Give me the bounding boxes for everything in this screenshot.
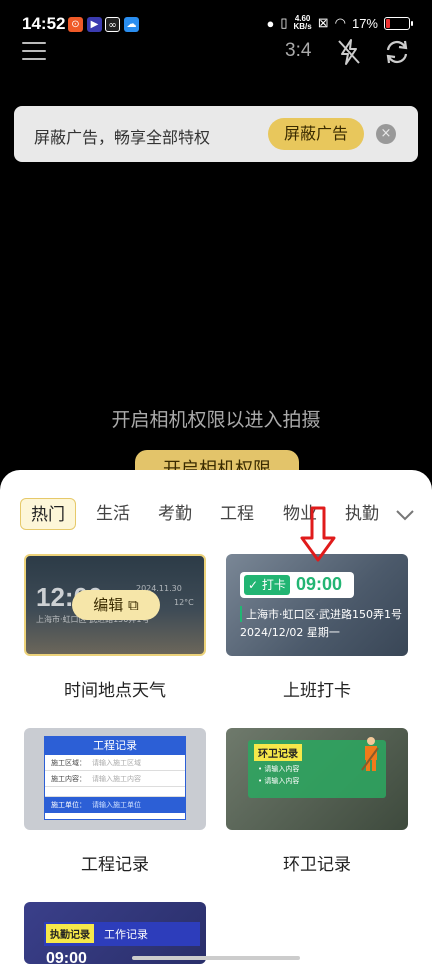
card-label: 环卫记录	[283, 855, 351, 875]
notification-app-icon: ⊙	[68, 17, 83, 32]
edit-icon: ⧉	[128, 596, 139, 614]
category-tabs: 热门 生活 考勤 工程 物业 执勤	[0, 498, 432, 534]
punch-time: 09:00	[296, 574, 343, 594]
sanitation-worker-icon	[361, 737, 379, 771]
status-right: ● ▯ 4.60 KB/s ⊠ ◠ 17%	[266, 14, 413, 31]
tab-life[interactable]: 生活	[96, 498, 130, 530]
chevron-down-icon[interactable]	[394, 504, 416, 526]
list-item: • 请输入内容	[258, 765, 300, 773]
notification-link-icon: ∞	[105, 17, 120, 32]
notification-video-icon: ▶	[87, 17, 102, 32]
engineering-form: 工程记录 施工区域： 请输入施工区域 施工内容： 请输入施工内容 施工单位： 请输入施…	[44, 736, 186, 820]
duty-title: 工作记录	[104, 928, 148, 941]
switch-camera-icon[interactable]	[383, 38, 411, 66]
card-label: 上班打卡	[283, 681, 351, 701]
check-tag: ✓ 打卡	[244, 575, 290, 595]
tab-engineering[interactable]: 工程	[220, 498, 254, 530]
template-card-time-location-weather[interactable]: 12:00 2024.11.30 12°C 上海市·虹口区·武进路150弄1号 …	[24, 554, 206, 656]
form-row: 施工区域： 请输入施工区域	[45, 755, 185, 771]
menu-icon[interactable]	[22, 42, 46, 60]
camera-permission-text: 开启相机权限以进入拍摄	[111, 409, 321, 431]
sanitation-tag: 环卫记录	[254, 744, 302, 761]
tab-duty[interactable]: 执勤	[345, 498, 379, 530]
duty-tag: 执勤记录	[46, 924, 94, 943]
flash-off-icon[interactable]	[336, 38, 362, 66]
template-card-engineering[interactable]: 工程记录 施工区域： 请输入施工区域 施工内容： 请输入施工内容 施工单位： 请输入施…	[24, 728, 206, 830]
card-label: 工程记录	[81, 855, 149, 875]
form-row: 施工内容： 请输入施工内容	[45, 771, 185, 787]
battery-icon	[384, 16, 413, 30]
close-icon[interactable]: ×	[376, 124, 396, 144]
block-ads-button[interactable]: 屏蔽广告	[268, 118, 364, 150]
status-time: 14:52	[22, 14, 66, 33]
vibrate-icon: ▯	[280, 15, 288, 30]
home-indicator[interactable]	[132, 956, 300, 960]
form-row: 施工单位： 请输入施工单位	[45, 797, 185, 813]
template-card-sanitation[interactable]: 环卫记录 • 请输入内容 • 请输入内容	[226, 728, 408, 830]
battery-fill	[386, 18, 391, 28]
sim-icon: ⊠	[317, 15, 329, 30]
location-icon: ●	[266, 15, 275, 31]
tab-attendance[interactable]: 考勤	[158, 498, 192, 530]
ad-banner: 屏蔽广告，畅享全部特权 屏蔽广告 ×	[14, 106, 418, 162]
template-card-duty[interactable]: 执勤记录 工作记录 09:00	[24, 902, 206, 964]
card-label: 时间地点天气	[64, 681, 166, 701]
edit-button[interactable]: 编辑 ⧉	[72, 590, 160, 620]
notification-cloud-icon: ☁	[124, 17, 139, 32]
punch-date: 2024/12/02 星期一	[240, 626, 340, 639]
punch-address: 上海市·虹口区·武进路150弄1号	[240, 606, 402, 622]
punch-badge: ✓ 打卡 09:00	[240, 572, 354, 598]
template-sheet: 热门 生活 考勤 工程 物业 执勤 12:00 2024.11.30 12°C …	[0, 470, 432, 964]
wifi-icon: ◠	[334, 15, 346, 30]
arrow-down-icon	[300, 506, 336, 562]
ad-text: 屏蔽广告，畅享全部特权	[34, 128, 211, 147]
status-bar: 14:52 ⊙ ▶ ∞ ☁ ● ▯ 4.60 KB/s ⊠ ◠ 17%	[0, 0, 432, 50]
duty-time: 09:00	[46, 950, 87, 964]
engineering-title: 工程记录	[45, 737, 185, 755]
aspect-ratio-button[interactable]: 3:4	[285, 40, 311, 62]
list-item: • 请输入内容	[258, 777, 300, 785]
battery-text: 17%	[351, 15, 378, 31]
template-card-clock-in[interactable]: ✓ 打卡 09:00 上海市·虹口区·武进路150弄1号 2024/12/02 …	[226, 554, 408, 656]
tab-hot[interactable]: 热门	[20, 498, 76, 530]
network-speed: 4.60 KB/s	[293, 14, 312, 31]
preview-temp: 12°C	[174, 598, 194, 607]
